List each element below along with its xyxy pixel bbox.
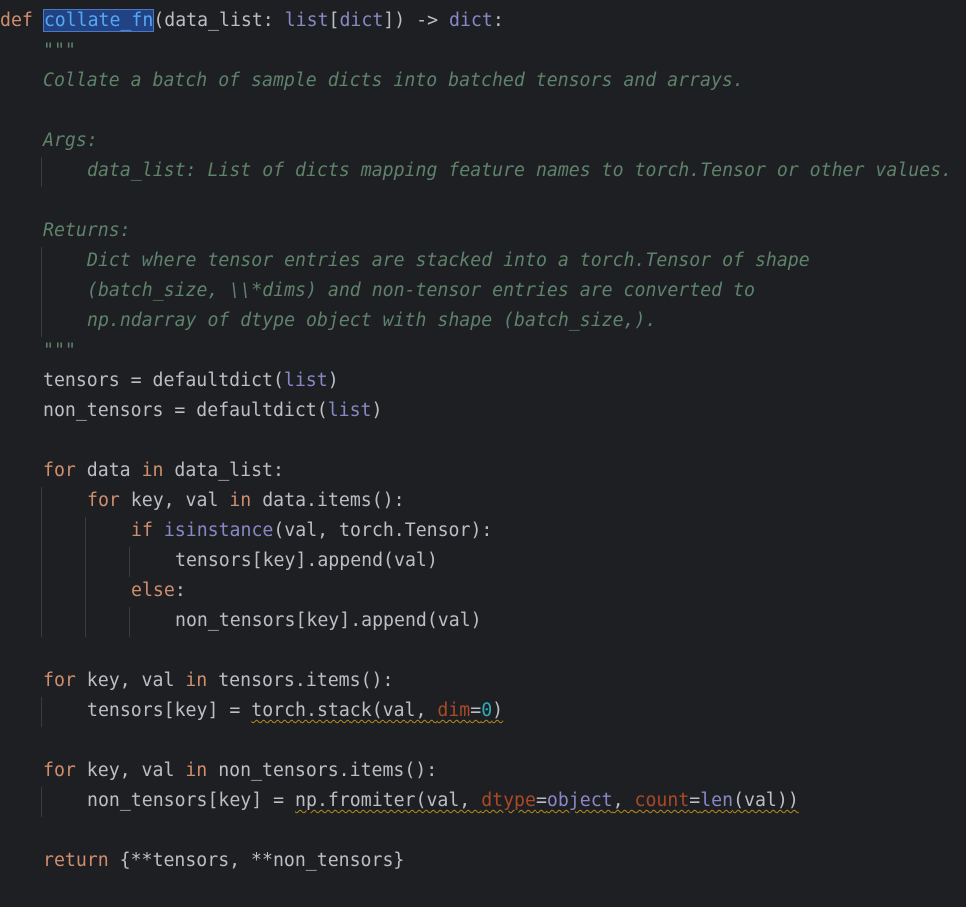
code-text: tensors[key] =: [87, 700, 252, 721]
builtin-object: object: [546, 790, 613, 811]
number-literal: 0: [481, 700, 493, 721]
signature-colon: :: [492, 10, 504, 31]
code-text: key, val: [119, 490, 230, 511]
indent-guide: [41, 157, 42, 187]
signature-params: (data_list:: [153, 10, 285, 31]
code-text: {**tensors, **non_tensors}: [108, 850, 405, 871]
code-editor[interactable]: def collate_fn(data_list: list[dict]) ->…: [0, 0, 966, 907]
keyword-for: for: [87, 490, 120, 511]
builtin-len: len: [700, 790, 734, 811]
code-text: =: [470, 700, 482, 721]
keyword-return: return: [43, 850, 109, 871]
keyword-for: for: [43, 460, 76, 481]
code-text: :: [174, 580, 186, 601]
keyword-for: for: [43, 760, 76, 781]
code-text: (val)): [733, 790, 799, 811]
code-text: =: [689, 790, 701, 811]
docstring-returns-line-2: (batch_size, \\*dims) and non-tensor ent…: [87, 280, 755, 301]
indent-guide: [41, 697, 42, 727]
keyword-for: for: [43, 670, 76, 691]
code-text: (val, torch.Tensor):: [273, 520, 493, 541]
code-line-if-isinstance[interactable]: if isinstance(val, torch.Tensor):: [131, 516, 492, 546]
keyword-if: if: [131, 520, 153, 541]
docstring-open: """: [43, 40, 76, 61]
signature-bracket-close: ]) ->: [383, 10, 449, 31]
code-line-else[interactable]: else:: [131, 576, 186, 606]
code-text: ,: [612, 790, 635, 811]
code-line-for-items[interactable]: for key, val in data.items():: [87, 486, 405, 516]
docstring-summary: Collate a batch of sample dicts into bat…: [43, 70, 744, 91]
code-text: tensors.items():: [207, 670, 394, 691]
builtin-list: list: [327, 400, 372, 421]
docstring-returns-line-1: Dict where tensor entries are stacked in…: [87, 250, 810, 271]
param-count: count: [634, 790, 690, 811]
type-list: list: [284, 10, 329, 31]
code-text: data.items():: [251, 490, 405, 511]
keyword-in: in: [185, 760, 208, 781]
keyword-in: in: [229, 490, 252, 511]
code-text: tensors = defaultdict(: [43, 370, 284, 391]
code-line-fromiter[interactable]: non_tensors[key] = np.fromiter(val, dtyp…: [87, 786, 799, 816]
function-name-selected[interactable]: collate_fn: [42, 9, 155, 32]
docstring-returns-line-3: np.ndarray of dtype object with shape (b…: [87, 310, 657, 331]
code-line-for-data[interactable]: for data in data_list:: [43, 456, 284, 486]
signature-bracket-open: [: [328, 10, 340, 31]
indent-guide: [41, 787, 42, 817]
code-text: non_tensors.items():: [207, 760, 438, 781]
return-type-dict: dict: [449, 10, 493, 31]
indent-guide: [41, 247, 42, 337]
builtin-isinstance: isinstance: [163, 520, 274, 541]
code-line-tensors-init[interactable]: tensors = defaultdict(list): [43, 366, 339, 396]
code-line-for-tensors[interactable]: for key, val in tensors.items():: [43, 666, 393, 696]
code-text: ): [327, 370, 339, 391]
code-line-return[interactable]: return {**tensors, **non_tensors}: [43, 846, 404, 876]
code-text-warning: torch.stack(val,: [251, 700, 438, 721]
keyword-def: def: [0, 10, 33, 31]
code-line-nontensors-init[interactable]: non_tensors = defaultdict(list): [43, 396, 382, 426]
code-text: data_list:: [163, 460, 284, 481]
docstring-returns-header: Returns:: [43, 220, 131, 241]
keyword-in: in: [141, 460, 164, 481]
docstring-args-line: data_list: List of dicts mapping feature…: [87, 160, 953, 181]
type-dict: dict: [339, 10, 384, 31]
code-line-append-nontensor[interactable]: non_tensors[key].append(val): [175, 606, 482, 636]
keyword-else: else: [131, 580, 175, 601]
indent-guide: [129, 547, 130, 577]
code-line-append-tensor[interactable]: tensors[key].append(val): [175, 546, 438, 576]
param-dtype: dtype: [481, 790, 536, 811]
docstring-close: """: [43, 340, 76, 361]
code-text: ): [492, 700, 504, 721]
code-line-stack[interactable]: tensors[key] = torch.stack(val, dim=0): [87, 696, 503, 726]
builtin-list: list: [283, 370, 328, 391]
code-text: data: [75, 460, 142, 481]
docstring-args-header: Args:: [43, 130, 98, 151]
indent-guide: [41, 487, 42, 637]
code-text: key, val: [75, 670, 186, 691]
indent-guide: [85, 517, 86, 637]
code-text: ): [371, 400, 383, 421]
code-line-for-nontensors[interactable]: for key, val in non_tensors.items():: [43, 756, 437, 786]
code-line-def[interactable]: def collate_fn(data_list: list[dict]) ->…: [0, 6, 504, 36]
keyword-in: in: [185, 670, 208, 691]
code-text: key, val: [75, 760, 186, 781]
param-dim: dim: [437, 700, 471, 721]
indent-guide: [129, 607, 130, 637]
code-text: non_tensors[key] =: [87, 790, 296, 811]
code-text: =: [535, 790, 547, 811]
code-text-warning: np.fromiter(val,: [295, 790, 482, 811]
code-text: non_tensors = defaultdict(: [43, 400, 328, 421]
